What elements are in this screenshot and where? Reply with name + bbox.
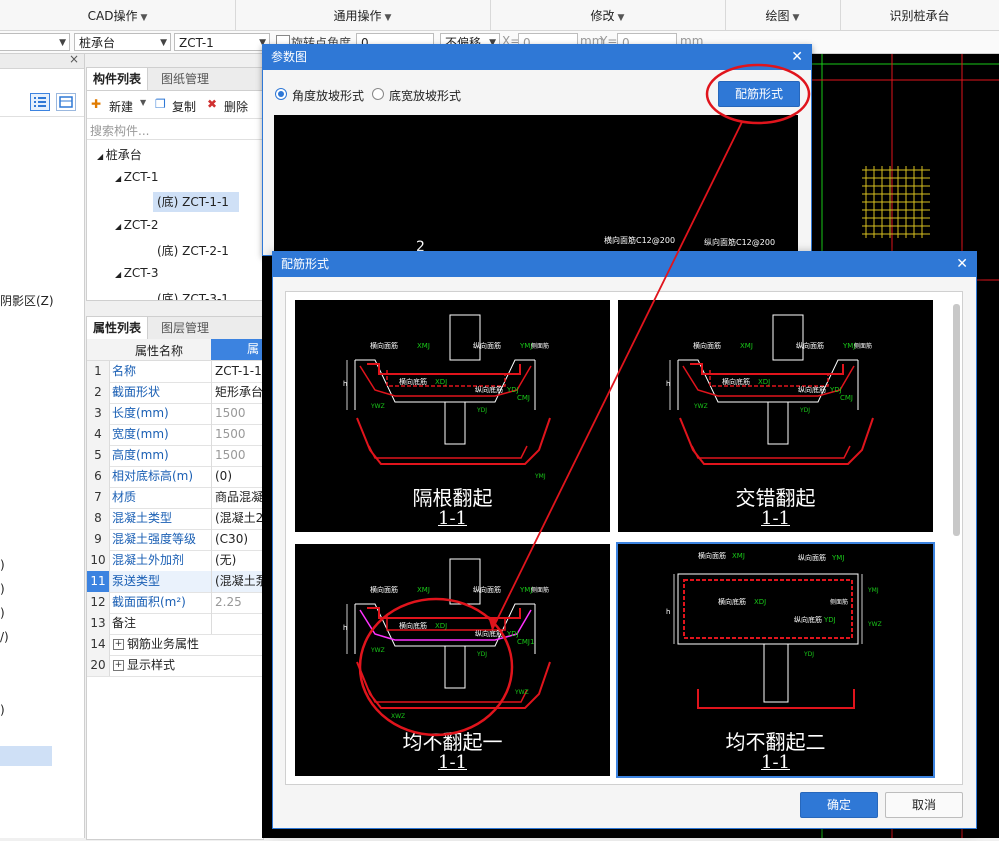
annotation-arrow-line — [491, 121, 743, 631]
annotation-arrowhead — [488, 616, 498, 630]
annotation-overlay — [358, 63, 811, 737]
annotation-circle-rebar-button — [705, 63, 811, 125]
